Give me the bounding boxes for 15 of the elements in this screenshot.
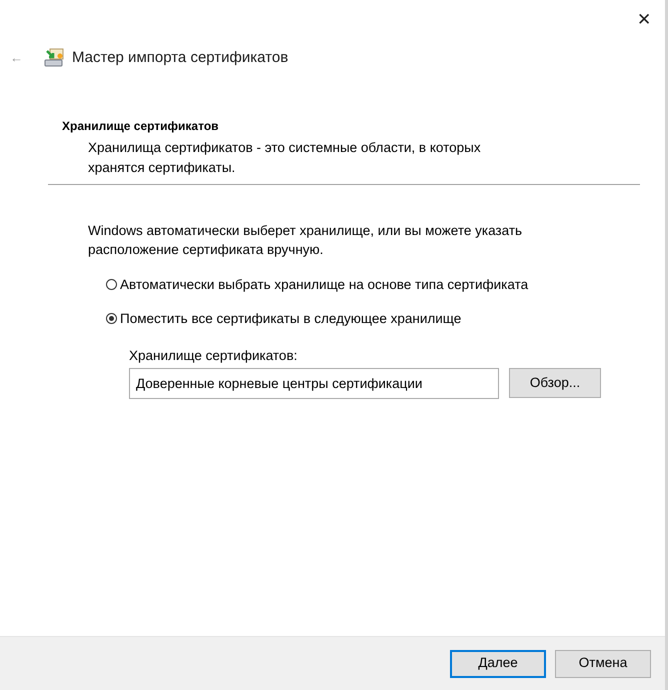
browse-button[interactable]: Обзор... [509,368,601,398]
section-description: Хранилища сертификатов - это системные области, в которых хранятся сертификаты. [87,139,482,177]
store-label: Хранилище сертификатов: [129,347,298,365]
certificate-wizard-icon [43,47,65,69]
intro-text: Windows автоматически выберет хранилище, или вы можете указать расположение сертификата вручную. [88,222,524,259]
radio-option[interactable]: Поместить все сертификаты в следующее хранилище [106,309,665,328]
close-icon[interactable]: ✕ [637,6,651,34]
section-heading: Хранилище сертификатов [62,118,220,135]
radio-option[interactable]: Автоматически выбрать хранилище на основе типа сертификата [106,275,665,294]
dialog-button[interactable]: Отмена [555,650,651,678]
store-field[interactable]: Доверенные корневые центры сертификации [129,368,499,399]
window-title: Мастер импорта сертификатов [72,48,288,68]
dialog-button[interactable]: Далее [450,650,546,678]
radio-button[interactable] [106,279,117,290]
radio-button[interactable] [106,313,117,324]
